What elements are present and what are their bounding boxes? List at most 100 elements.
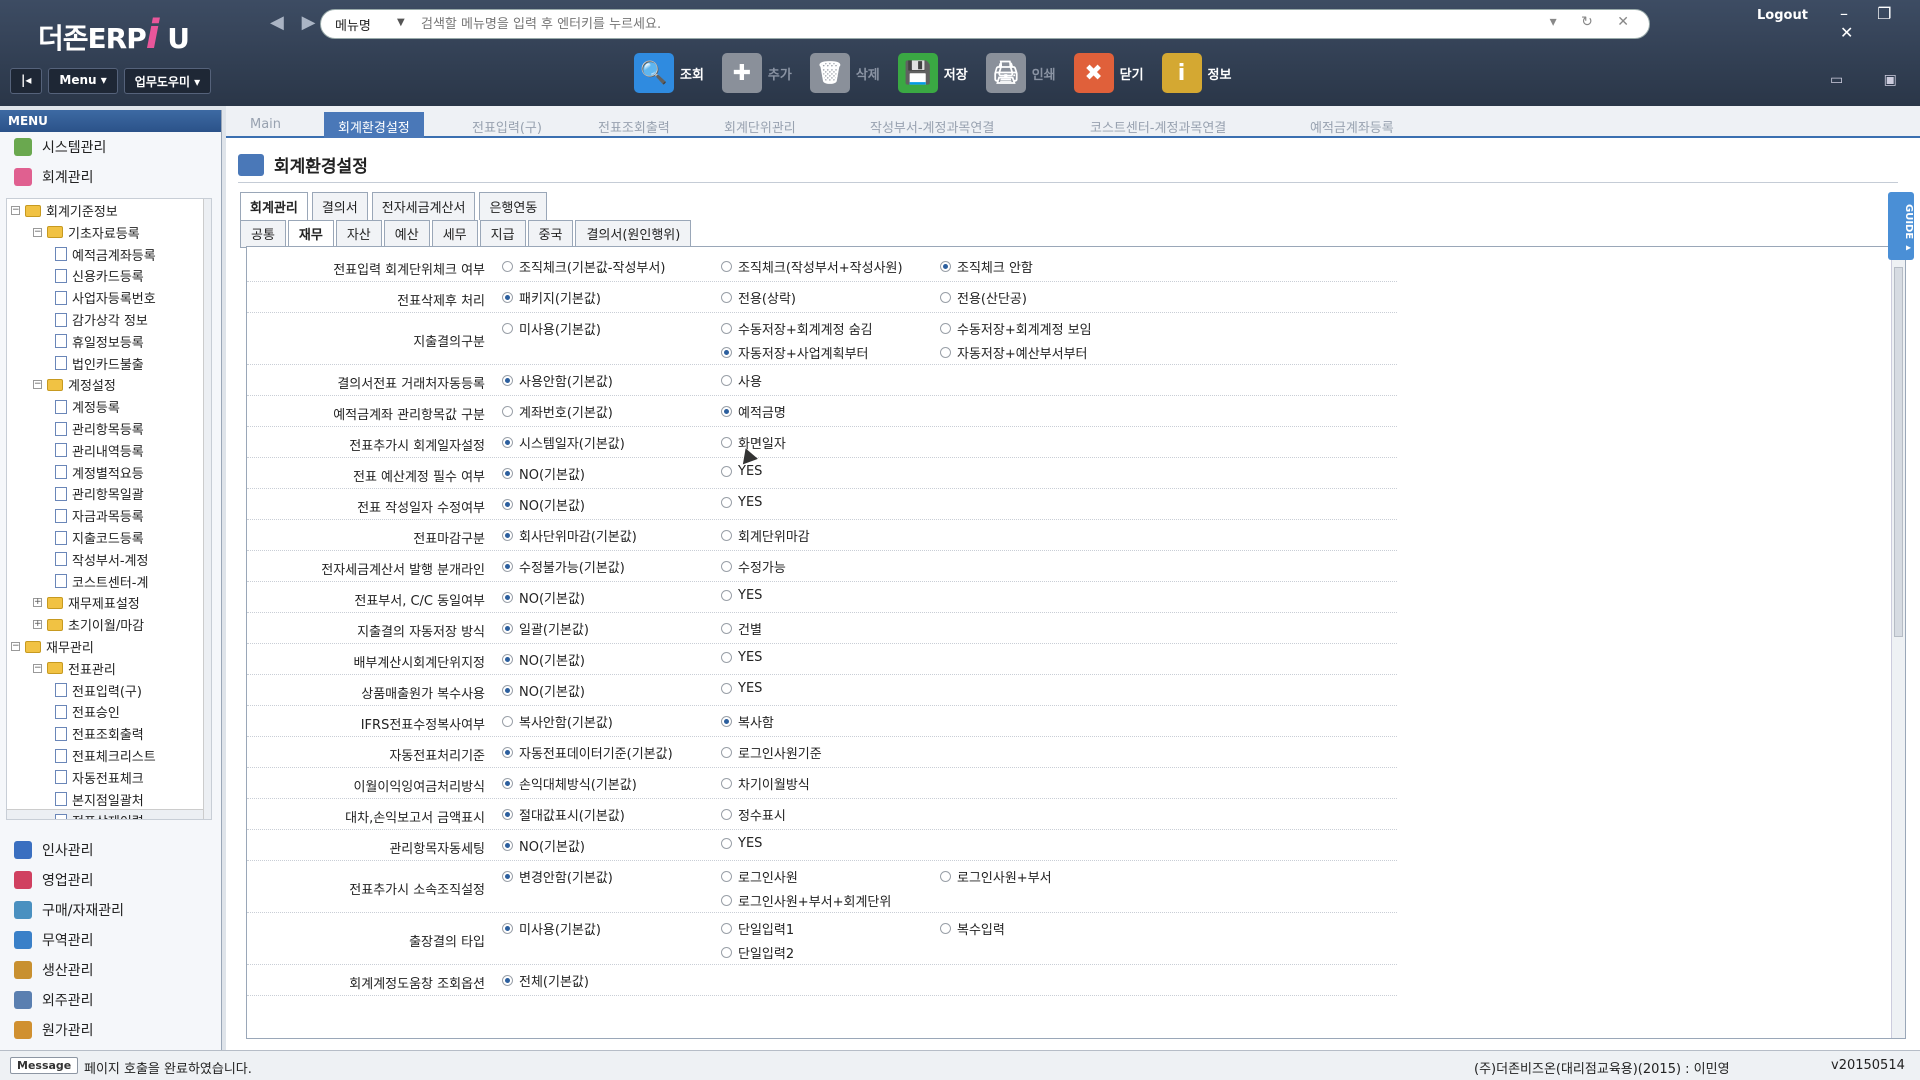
tree-node[interactable]: 법인카드불출 [55, 354, 144, 373]
help-button[interactable]: 업무도우미 ▾ [123, 68, 212, 94]
search-type-select[interactable]: 메뉴명 ▼ [335, 15, 409, 34]
category-tab[interactable]: 재무 [287, 220, 334, 248]
tree-node[interactable]: − 재무관리 [11, 637, 94, 656]
tree-node[interactable]: − 계정설정 [33, 375, 116, 394]
tab-window[interactable]: 예적금계좌등록 [1296, 112, 1408, 138]
expand-icon[interactable]: + [33, 598, 42, 608]
radio-option[interactable]: NO(기본값) [502, 464, 585, 483]
radio-button[interactable] [721, 561, 732, 572]
tree-node[interactable]: − 전표관리 [33, 659, 116, 678]
radio-option[interactable]: 복사함 [721, 712, 774, 731]
radio-option[interactable]: 변경안함(기본값) [502, 867, 613, 886]
radio-option[interactable]: 차기이월방식 [721, 774, 810, 793]
radio-option[interactable]: 자동저장+사업계획부터 [721, 343, 869, 362]
category-tab[interactable]: 예산 [383, 220, 430, 248]
radio-button[interactable] [502, 530, 513, 541]
guide-button[interactable]: GUIDE ▸ [1888, 192, 1914, 260]
radio-option[interactable]: YES [721, 681, 762, 696]
collapse-icon[interactable]: − [33, 380, 42, 390]
tree-node[interactable]: 신용카드등록 [55, 266, 144, 285]
radio-button[interactable] [502, 261, 513, 272]
tree-node[interactable]: 전표조회출력 [55, 724, 144, 743]
subtab[interactable]: 전자세금계산서 [371, 192, 476, 220]
menu-button[interactable]: Menu ▾ [48, 68, 118, 94]
radio-button[interactable] [502, 923, 513, 934]
radio-option[interactable]: 전체(기본값) [502, 971, 589, 990]
radio-option[interactable]: 손익대체방식(기본값) [502, 774, 637, 793]
tree-node[interactable]: 계정별적요등 [55, 463, 144, 482]
radio-option[interactable]: YES [721, 495, 762, 510]
radio-option[interactable]: 절대값표시(기본값) [502, 805, 625, 824]
radio-button[interactable] [721, 323, 732, 334]
radio-button[interactable] [502, 809, 513, 820]
radio-button[interactable] [940, 347, 951, 358]
radio-button[interactable] [502, 623, 513, 634]
radio-button[interactable] [721, 778, 732, 789]
radio-option[interactable]: YES [721, 650, 762, 665]
category-tab[interactable]: 중국 [527, 220, 574, 248]
radio-option[interactable]: NO(기본값) [502, 588, 585, 607]
radio-button[interactable] [502, 499, 513, 510]
tree-node[interactable]: 코스트센터-계 [55, 572, 148, 591]
tab-window[interactable]: 전표조회출력 [584, 112, 684, 138]
message-button[interactable]: Message [10, 1057, 79, 1074]
category-tab[interactable]: 결의서(원인행위) [575, 220, 692, 248]
radio-option[interactable]: 수동저장+회계계정 숨김 [721, 319, 873, 338]
subtab[interactable]: 회계관리 [240, 192, 308, 220]
radio-option[interactable]: 로그인사원기준 [721, 743, 822, 762]
radio-button[interactable] [502, 716, 513, 727]
category-tab[interactable]: 지급 [479, 220, 526, 248]
radio-button[interactable] [721, 406, 732, 417]
radio-button[interactable] [721, 530, 732, 541]
radio-option[interactable]: 일괄(기본값) [502, 619, 589, 638]
radio-option[interactable]: 단일입력2 [721, 943, 794, 962]
tree-node[interactable]: 자금과목등록 [55, 506, 144, 525]
tree-node[interactable]: 계정등록 [55, 397, 120, 416]
tree-node[interactable]: 자동전표체크 [55, 768, 144, 787]
radio-option[interactable]: 패키지(기본값) [502, 288, 601, 307]
radio-button[interactable] [721, 871, 732, 882]
tree-scrollbar[interactable] [203, 199, 211, 819]
radio-button[interactable] [721, 716, 732, 727]
radio-button[interactable] [721, 347, 732, 358]
radio-button[interactable] [721, 809, 732, 820]
tree-node[interactable]: 본지점일괄처 [55, 790, 144, 809]
radio-button[interactable] [721, 838, 732, 849]
radio-option[interactable]: 미사용(기본값) [502, 319, 601, 338]
tree-node[interactable]: + 초기이월/마감 [33, 615, 144, 634]
collapse-icon[interactable]: − [11, 642, 20, 651]
radio-option[interactable]: 복수입력 [940, 919, 1005, 938]
radio-button[interactable] [502, 747, 513, 758]
tree-node[interactable]: 관리내역등록 [55, 441, 144, 460]
radio-option[interactable]: 수정불가능(기본값) [502, 557, 625, 576]
radio-button[interactable] [721, 292, 732, 303]
radio-option[interactable]: YES [721, 836, 762, 851]
radio-button[interactable] [502, 323, 513, 334]
radio-option[interactable]: 로그인사원+부서+회계단위 [721, 891, 891, 910]
radio-button[interactable] [721, 466, 732, 477]
radio-option[interactable]: 건별 [721, 619, 762, 638]
radio-option[interactable]: 전용(산단공) [940, 288, 1027, 307]
radio-button[interactable] [940, 923, 951, 934]
radio-button[interactable] [721, 947, 732, 958]
tree-node[interactable]: 지출코드등록 [55, 528, 144, 547]
radio-button[interactable] [940, 261, 951, 272]
tree-node[interactable]: 관리항목등록 [55, 419, 144, 438]
radio-option[interactable]: 사용안함(기본값) [502, 371, 613, 390]
layout-icons[interactable]: ▭ ▣ [1830, 72, 1915, 88]
radio-option[interactable]: 사용 [721, 371, 762, 390]
save-button[interactable]: 💾 저장 [897, 53, 968, 93]
radio-button[interactable] [721, 895, 732, 906]
radio-button[interactable] [721, 437, 732, 448]
radio-option[interactable]: 조직체크 안함 [940, 257, 1033, 276]
tree-node[interactable]: 휴일정보등록 [55, 332, 144, 351]
tree-node[interactable]: 전표입력(구) [55, 681, 142, 700]
tree-node[interactable]: 감가상각 정보 [55, 310, 148, 329]
subtab[interactable]: 은행연동 [479, 192, 548, 220]
radio-button[interactable] [502, 292, 513, 303]
search-button[interactable]: 🔍 조회 [634, 53, 704, 93]
sidebar-module-item[interactable]: 인사관리 [0, 835, 222, 865]
sidebar-item-top[interactable]: 시스템관리 [0, 132, 221, 162]
tree-node[interactable]: − 회계기준정보 [11, 201, 118, 220]
radio-option[interactable]: YES [721, 588, 762, 603]
